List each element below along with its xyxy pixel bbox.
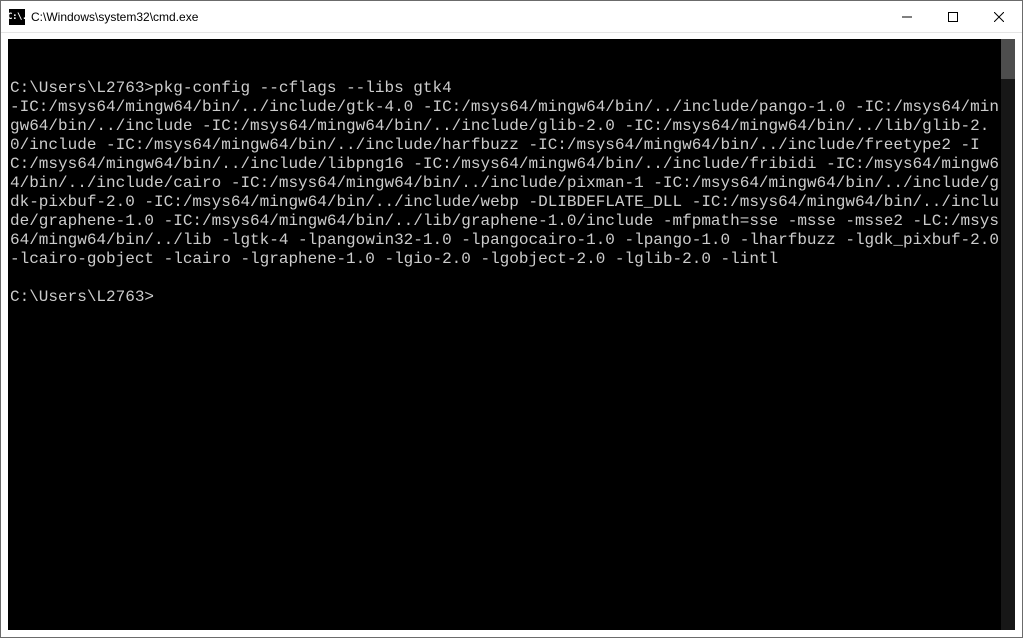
close-button[interactable] [976, 1, 1022, 32]
window-controls [884, 1, 1022, 32]
scrollbar-thumb[interactable] [1001, 39, 1015, 79]
cmd-window: C:\. C:\Windows\system32\cmd.exe C:\User… [0, 0, 1023, 638]
maximize-button[interactable] [930, 1, 976, 32]
titlebar[interactable]: C:\. C:\Windows\system32\cmd.exe [1, 1, 1022, 33]
maximize-icon [948, 12, 958, 22]
blank-line [10, 60, 1005, 79]
minimize-icon [902, 12, 912, 22]
cmd-icon: C:\. [9, 9, 25, 25]
command-text: pkg-config --cflags --libs gtk4 [154, 79, 452, 97]
terminal-container: C:\Users\L2763>pkg-config --cflags --lib… [1, 33, 1022, 637]
command-output: -IC:/msys64/mingw64/bin/../include/gtk-4… [10, 98, 1005, 269]
minimize-button[interactable] [884, 1, 930, 32]
scrollbar-track[interactable] [1001, 39, 1015, 630]
command-line: C:\Users\L2763>pkg-config --cflags --lib… [10, 79, 1005, 98]
terminal-content: C:\Users\L2763>pkg-config --cflags --lib… [10, 41, 1005, 345]
close-icon [994, 12, 1004, 22]
window-title: C:\Windows\system32\cmd.exe [31, 10, 884, 24]
prompt: C:\Users\L2763> [10, 288, 154, 306]
terminal[interactable]: C:\Users\L2763>pkg-config --cflags --lib… [8, 39, 1015, 630]
prompt: C:\Users\L2763> [10, 79, 154, 97]
prompt-line: C:\Users\L2763> [10, 288, 1005, 307]
blank-line [10, 269, 1005, 288]
